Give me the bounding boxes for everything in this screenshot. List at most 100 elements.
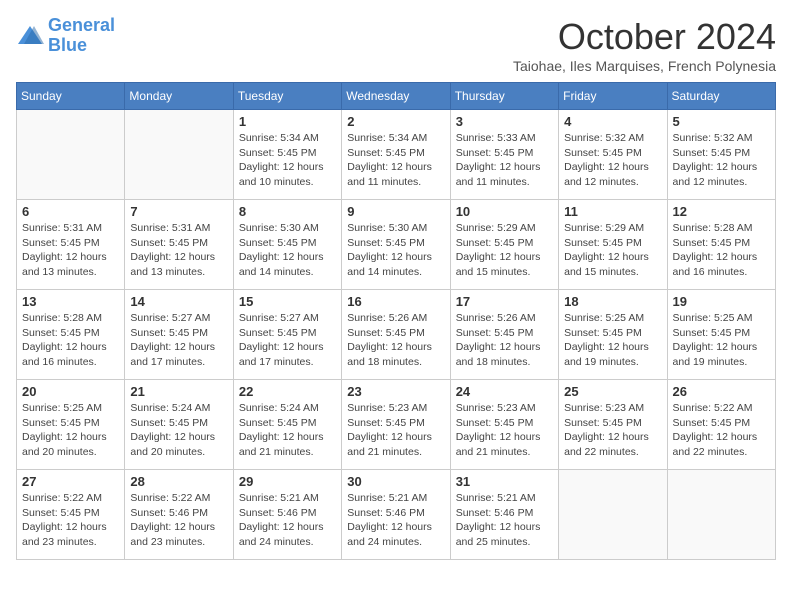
- weekday-header: Wednesday: [342, 83, 450, 110]
- calendar-cell: [17, 110, 125, 200]
- calendar-cell: 23 Sunrise: 5:23 AM Sunset: 5:45 PM Dayli…: [342, 380, 450, 470]
- day-number: 20: [22, 384, 119, 399]
- day-number: 31: [456, 474, 553, 489]
- calendar-cell: 6 Sunrise: 5:31 AM Sunset: 5:45 PM Daylig…: [17, 200, 125, 290]
- title-block: October 2024 Taiohae, Iles Marquises, Fr…: [513, 16, 776, 74]
- day-info: Sunrise: 5:29 AM Sunset: 5:45 PM Dayligh…: [456, 221, 553, 280]
- calendar-cell: 25 Sunrise: 5:23 AM Sunset: 5:45 PM Dayli…: [559, 380, 667, 470]
- day-info: Sunrise: 5:21 AM Sunset: 5:46 PM Dayligh…: [239, 491, 336, 550]
- weekday-header: Thursday: [450, 83, 558, 110]
- day-info: Sunrise: 5:23 AM Sunset: 5:45 PM Dayligh…: [347, 401, 444, 460]
- day-number: 19: [673, 294, 770, 309]
- day-info: Sunrise: 5:34 AM Sunset: 5:45 PM Dayligh…: [239, 131, 336, 190]
- day-info: Sunrise: 5:28 AM Sunset: 5:45 PM Dayligh…: [22, 311, 119, 370]
- day-info: Sunrise: 5:29 AM Sunset: 5:45 PM Dayligh…: [564, 221, 661, 280]
- day-info: Sunrise: 5:21 AM Sunset: 5:46 PM Dayligh…: [456, 491, 553, 550]
- day-number: 22: [239, 384, 336, 399]
- logo-icon: [16, 22, 44, 50]
- calendar-week-row: 20 Sunrise: 5:25 AM Sunset: 5:45 PM Dayli…: [17, 380, 776, 470]
- day-info: Sunrise: 5:21 AM Sunset: 5:46 PM Dayligh…: [347, 491, 444, 550]
- day-info: Sunrise: 5:26 AM Sunset: 5:45 PM Dayligh…: [347, 311, 444, 370]
- day-number: 17: [456, 294, 553, 309]
- calendar-cell: 19 Sunrise: 5:25 AM Sunset: 5:45 PM Dayli…: [667, 290, 775, 380]
- day-number: 21: [130, 384, 227, 399]
- day-info: Sunrise: 5:32 AM Sunset: 5:45 PM Dayligh…: [673, 131, 770, 190]
- day-number: 2: [347, 114, 444, 129]
- calendar-cell: 16 Sunrise: 5:26 AM Sunset: 5:45 PM Dayli…: [342, 290, 450, 380]
- day-number: 1: [239, 114, 336, 129]
- calendar-week-row: 1 Sunrise: 5:34 AM Sunset: 5:45 PM Daylig…: [17, 110, 776, 200]
- day-info: Sunrise: 5:30 AM Sunset: 5:45 PM Dayligh…: [347, 221, 444, 280]
- calendar-cell: 26Sunrise: 5:22 AM Sunset: 5:45 PM Dayli…: [667, 380, 775, 470]
- calendar-cell: 17 Sunrise: 5:26 AM Sunset: 5:45 PM Dayli…: [450, 290, 558, 380]
- day-info: Sunrise: 5:25 AM Sunset: 5:45 PM Dayligh…: [22, 401, 119, 460]
- day-info: Sunrise: 5:22 AM Sunset: 5:45 PM Dayligh…: [673, 401, 770, 460]
- calendar-header-row: SundayMondayTuesdayWednesdayThursdayFrid…: [17, 83, 776, 110]
- day-info: Sunrise: 5:26 AM Sunset: 5:45 PM Dayligh…: [456, 311, 553, 370]
- day-info: Sunrise: 5:27 AM Sunset: 5:45 PM Dayligh…: [239, 311, 336, 370]
- calendar-table: SundayMondayTuesdayWednesdayThursdayFrid…: [16, 82, 776, 560]
- day-info: Sunrise: 5:32 AM Sunset: 5:45 PM Dayligh…: [564, 131, 661, 190]
- day-number: 25: [564, 384, 661, 399]
- calendar-cell: 27 Sunrise: 5:22 AM Sunset: 5:45 PM Dayli…: [17, 470, 125, 560]
- day-number: 24: [456, 384, 553, 399]
- calendar-cell: 1 Sunrise: 5:34 AM Sunset: 5:45 PM Daylig…: [233, 110, 341, 200]
- day-info: Sunrise: 5:34 AM Sunset: 5:45 PM Dayligh…: [347, 131, 444, 190]
- day-number: 7: [130, 204, 227, 219]
- day-number: 30: [347, 474, 444, 489]
- calendar-cell: 10 Sunrise: 5:29 AM Sunset: 5:45 PM Dayli…: [450, 200, 558, 290]
- day-number: 29: [239, 474, 336, 489]
- day-info: Sunrise: 5:22 AM Sunset: 5:45 PM Dayligh…: [22, 491, 119, 550]
- calendar-cell: 21 Sunrise: 5:24 AM Sunset: 5:45 PM Dayli…: [125, 380, 233, 470]
- day-number: 4: [564, 114, 661, 129]
- day-number: 16: [347, 294, 444, 309]
- location-subtitle: Taiohae, Iles Marquises, French Polynesi…: [513, 58, 776, 74]
- logo: General Blue: [16, 16, 115, 56]
- calendar-week-row: 6 Sunrise: 5:31 AM Sunset: 5:45 PM Daylig…: [17, 200, 776, 290]
- calendar-cell: [667, 470, 775, 560]
- calendar-cell: [125, 110, 233, 200]
- calendar-cell: 24Sunrise: 5:23 AM Sunset: 5:45 PM Dayli…: [450, 380, 558, 470]
- day-number: 12: [673, 204, 770, 219]
- weekday-header: Monday: [125, 83, 233, 110]
- day-info: Sunrise: 5:22 AM Sunset: 5:46 PM Dayligh…: [130, 491, 227, 550]
- day-info: Sunrise: 5:33 AM Sunset: 5:45 PM Dayligh…: [456, 131, 553, 190]
- weekday-header: Sunday: [17, 83, 125, 110]
- day-info: Sunrise: 5:25 AM Sunset: 5:45 PM Dayligh…: [673, 311, 770, 370]
- day-number: 3: [456, 114, 553, 129]
- day-info: Sunrise: 5:25 AM Sunset: 5:45 PM Dayligh…: [564, 311, 661, 370]
- day-info: Sunrise: 5:30 AM Sunset: 5:45 PM Dayligh…: [239, 221, 336, 280]
- month-title: October 2024: [513, 16, 776, 58]
- calendar-week-row: 13 Sunrise: 5:28 AM Sunset: 5:45 PM Dayli…: [17, 290, 776, 380]
- day-number: 18: [564, 294, 661, 309]
- day-number: 11: [564, 204, 661, 219]
- day-info: Sunrise: 5:23 AM Sunset: 5:45 PM Dayligh…: [564, 401, 661, 460]
- logo-text: General Blue: [48, 16, 115, 56]
- day-info: Sunrise: 5:27 AM Sunset: 5:45 PM Dayligh…: [130, 311, 227, 370]
- day-number: 15: [239, 294, 336, 309]
- day-number: 23: [347, 384, 444, 399]
- day-number: 13: [22, 294, 119, 309]
- calendar-cell: 9 Sunrise: 5:30 AM Sunset: 5:45 PM Daylig…: [342, 200, 450, 290]
- calendar-cell: 30 Sunrise: 5:21 AM Sunset: 5:46 PM Dayli…: [342, 470, 450, 560]
- day-number: 27: [22, 474, 119, 489]
- weekday-header: Tuesday: [233, 83, 341, 110]
- day-info: Sunrise: 5:31 AM Sunset: 5:45 PM Dayligh…: [22, 221, 119, 280]
- day-number: 9: [347, 204, 444, 219]
- day-number: 14: [130, 294, 227, 309]
- day-info: Sunrise: 5:24 AM Sunset: 5:45 PM Dayligh…: [130, 401, 227, 460]
- calendar-cell: 2 Sunrise: 5:34 AM Sunset: 5:45 PM Daylig…: [342, 110, 450, 200]
- calendar-cell: [559, 470, 667, 560]
- calendar-cell: 12 Sunrise: 5:28 AM Sunset: 5:45 PM Dayli…: [667, 200, 775, 290]
- calendar-cell: 14 Sunrise: 5:27 AM Sunset: 5:45 PM Dayli…: [125, 290, 233, 380]
- day-number: 6: [22, 204, 119, 219]
- calendar-cell: 4 Sunrise: 5:32 AM Sunset: 5:45 PM Daylig…: [559, 110, 667, 200]
- day-number: 10: [456, 204, 553, 219]
- day-info: Sunrise: 5:24 AM Sunset: 5:45 PM Dayligh…: [239, 401, 336, 460]
- calendar-week-row: 27 Sunrise: 5:22 AM Sunset: 5:45 PM Dayli…: [17, 470, 776, 560]
- day-number: 28: [130, 474, 227, 489]
- day-info: Sunrise: 5:28 AM Sunset: 5:45 PM Dayligh…: [673, 221, 770, 280]
- calendar-cell: 28 Sunrise: 5:22 AM Sunset: 5:46 PM Dayli…: [125, 470, 233, 560]
- page-header: General Blue October 2024 Taiohae, Iles …: [16, 16, 776, 74]
- calendar-cell: 5Sunrise: 5:32 AM Sunset: 5:45 PM Daylig…: [667, 110, 775, 200]
